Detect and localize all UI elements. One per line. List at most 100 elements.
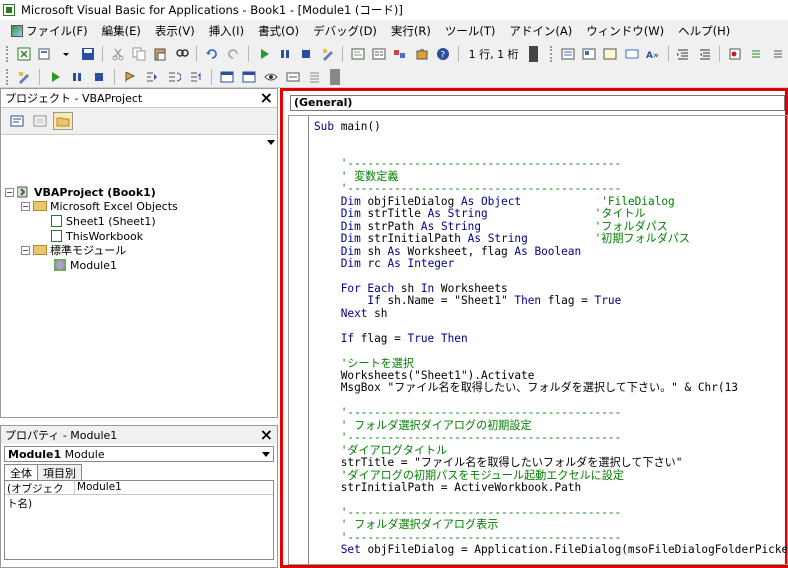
list-constants-icon[interactable]	[581, 46, 596, 62]
code-line[interactable]: Dim strTitle As String 'タイトル	[314, 207, 646, 220]
view-code-icon[interactable]	[7, 112, 27, 130]
toggle-breakpoint-icon[interactable]	[122, 69, 138, 85]
menu-insert[interactable]: 挿入(I)	[202, 23, 251, 39]
save-icon[interactable]	[80, 46, 95, 62]
find-icon[interactable]	[174, 46, 189, 62]
code-editor[interactable]: Sub main() '----------------------------…	[288, 115, 788, 565]
tree-node-excel-objects[interactable]: − Microsoft Excel Objects	[21, 199, 178, 213]
break-icon[interactable]	[69, 69, 85, 85]
step-into-icon[interactable]	[144, 69, 160, 85]
code-line[interactable]: For Each sh In Worksheets	[314, 282, 508, 295]
menu-format[interactable]: 書式(O)	[251, 23, 306, 39]
code-line[interactable]: 'ダイアログタイトル	[314, 444, 448, 457]
dropdown-arrow-icon[interactable]	[59, 46, 74, 62]
tree-node-thisworkbook[interactable]: ThisWorkbook	[49, 229, 143, 243]
uncomment-block-icon[interactable]	[770, 46, 785, 62]
collapse-icon[interactable]: −	[5, 187, 14, 197]
run-icon[interactable]	[47, 69, 63, 85]
code-line[interactable]: '---------------------------------------…	[314, 406, 622, 419]
menu-run[interactable]: 実行(R)	[384, 23, 438, 39]
immediate-window-icon[interactable]	[241, 69, 257, 85]
watch-window-icon[interactable]	[263, 69, 279, 85]
toolbar-options-icon[interactable]	[528, 46, 539, 62]
code-line[interactable]: ' フォルダ選択ダイアログ表示	[314, 518, 499, 531]
run-icon[interactable]	[256, 46, 271, 62]
outdent-icon[interactable]	[697, 46, 712, 62]
quick-watch-icon[interactable]	[285, 69, 301, 85]
code-line[interactable]: '---------------------------------------…	[314, 157, 622, 170]
collapse-icon[interactable]: −	[21, 201, 30, 211]
code-line[interactable]: strInitialPath = ActiveWorkbook.Path	[314, 481, 581, 494]
object-browser-icon[interactable]	[393, 46, 408, 62]
code-line[interactable]: 'シートを選択	[314, 357, 414, 370]
code-line[interactable]: Dim rc As Integer	[314, 257, 455, 270]
toolbar-grip[interactable]	[6, 46, 9, 62]
code-line[interactable]: If flag = True Then	[314, 332, 468, 345]
step-over-icon[interactable]	[166, 69, 182, 85]
step-out-icon[interactable]	[188, 69, 204, 85]
toolbar-options-icon[interactable]	[330, 68, 340, 85]
tab-category[interactable]: 項目別	[38, 464, 82, 480]
redo-icon[interactable]	[226, 46, 241, 62]
copy-icon[interactable]	[131, 46, 146, 62]
insert-module-icon[interactable]	[37, 46, 52, 62]
indent-icon[interactable]	[676, 46, 691, 62]
code-line[interactable]: '---------------------------------------…	[314, 506, 622, 519]
object-combo[interactable]: (General)	[290, 95, 785, 111]
toolbar-grip[interactable]	[550, 46, 553, 62]
code-line[interactable]: '---------------------------------------…	[314, 431, 622, 444]
call-stack-icon[interactable]	[307, 69, 323, 85]
code-line[interactable]: 'ダイアログの初期パスをモジュール起動エクセルに設定	[314, 469, 624, 482]
break-icon[interactable]	[277, 46, 292, 62]
design-mode-icon[interactable]	[320, 46, 335, 62]
menu-file[interactable]: ファイル(F)	[4, 23, 95, 39]
code-line[interactable]: '---------------------------------------…	[314, 182, 622, 195]
reset-icon[interactable]	[299, 46, 314, 62]
code-margin[interactable]	[289, 116, 309, 564]
paste-icon[interactable]	[153, 46, 168, 62]
parameter-info-icon[interactable]	[624, 46, 639, 62]
close-icon[interactable]: ×	[260, 90, 273, 106]
code-line[interactable]: Set objFileDialog = Application.FileDial…	[314, 543, 787, 556]
code-line[interactable]: MsgBox "ファイル名を取得したい、フォルダを選択して下さい。" & Chr…	[314, 381, 738, 394]
comment-block-icon[interactable]	[749, 46, 764, 62]
project-explorer-scroll-arrow-icon[interactable]	[266, 135, 276, 149]
help-icon[interactable]: ?	[435, 46, 450, 62]
property-value[interactable]: Module1	[75, 481, 122, 494]
code-line[interactable]: strTitle = "ファイル名を取得したいフォルダを選択して下さい"	[314, 456, 683, 469]
list-properties-icon[interactable]	[560, 46, 575, 62]
properties-window-icon[interactable]	[371, 46, 386, 62]
menu-view[interactable]: 表示(V)	[148, 23, 202, 39]
toolbar-grip[interactable]	[6, 68, 9, 85]
complete-word-icon[interactable]: A»	[645, 46, 660, 62]
code-line[interactable]: Dim strInitialPath As String '初期フォルダパス	[314, 232, 690, 245]
menu-debug[interactable]: デバッグ(D)	[306, 23, 384, 39]
code-line[interactable]: Dim sh As Worksheet, flag As Boolean	[314, 245, 582, 258]
view-object-icon[interactable]	[30, 112, 50, 130]
cut-icon[interactable]	[110, 46, 125, 62]
tree-node-modules[interactable]: − 標準モジュール	[21, 243, 126, 257]
collapse-icon[interactable]: −	[21, 245, 30, 255]
tree-node-vbaproject[interactable]: − VBAProject (Book1)	[5, 185, 156, 199]
code-line[interactable]: Next sh	[314, 307, 388, 320]
close-icon[interactable]: ×	[260, 427, 273, 443]
view-excel-icon[interactable]	[16, 46, 31, 62]
toggle-breakpoint-icon[interactable]	[727, 46, 742, 62]
quick-info-icon[interactable]	[603, 46, 618, 62]
code-line[interactable]: ' 変数定義	[314, 170, 399, 183]
locals-window-icon[interactable]	[219, 69, 235, 85]
tree-node-sheet1[interactable]: Sheet1 (Sheet1)	[49, 214, 156, 228]
code-line[interactable]: Dim objFileDialog As Object 'FileDialog	[314, 195, 675, 208]
menu-help[interactable]: ヘルプ(H)	[671, 23, 737, 39]
code-line[interactable]: Sub main()	[314, 120, 381, 133]
code-line[interactable]: '---------------------------------------…	[314, 531, 622, 544]
design-mode-icon[interactable]	[16, 69, 32, 85]
toggle-folders-icon[interactable]	[53, 112, 73, 130]
tab-all[interactable]: 全体	[4, 464, 38, 480]
project-explorer-icon[interactable]	[350, 46, 365, 62]
properties-object-select[interactable]: Module1 Module	[4, 446, 274, 462]
reset-icon[interactable]	[91, 69, 107, 85]
code-lines[interactable]: Sub main() '----------------------------…	[314, 116, 787, 564]
tree-node-module1[interactable]: Module1	[53, 258, 117, 272]
code-line[interactable]: ' フォルダ選択ダイアログの初期設定	[314, 419, 532, 432]
